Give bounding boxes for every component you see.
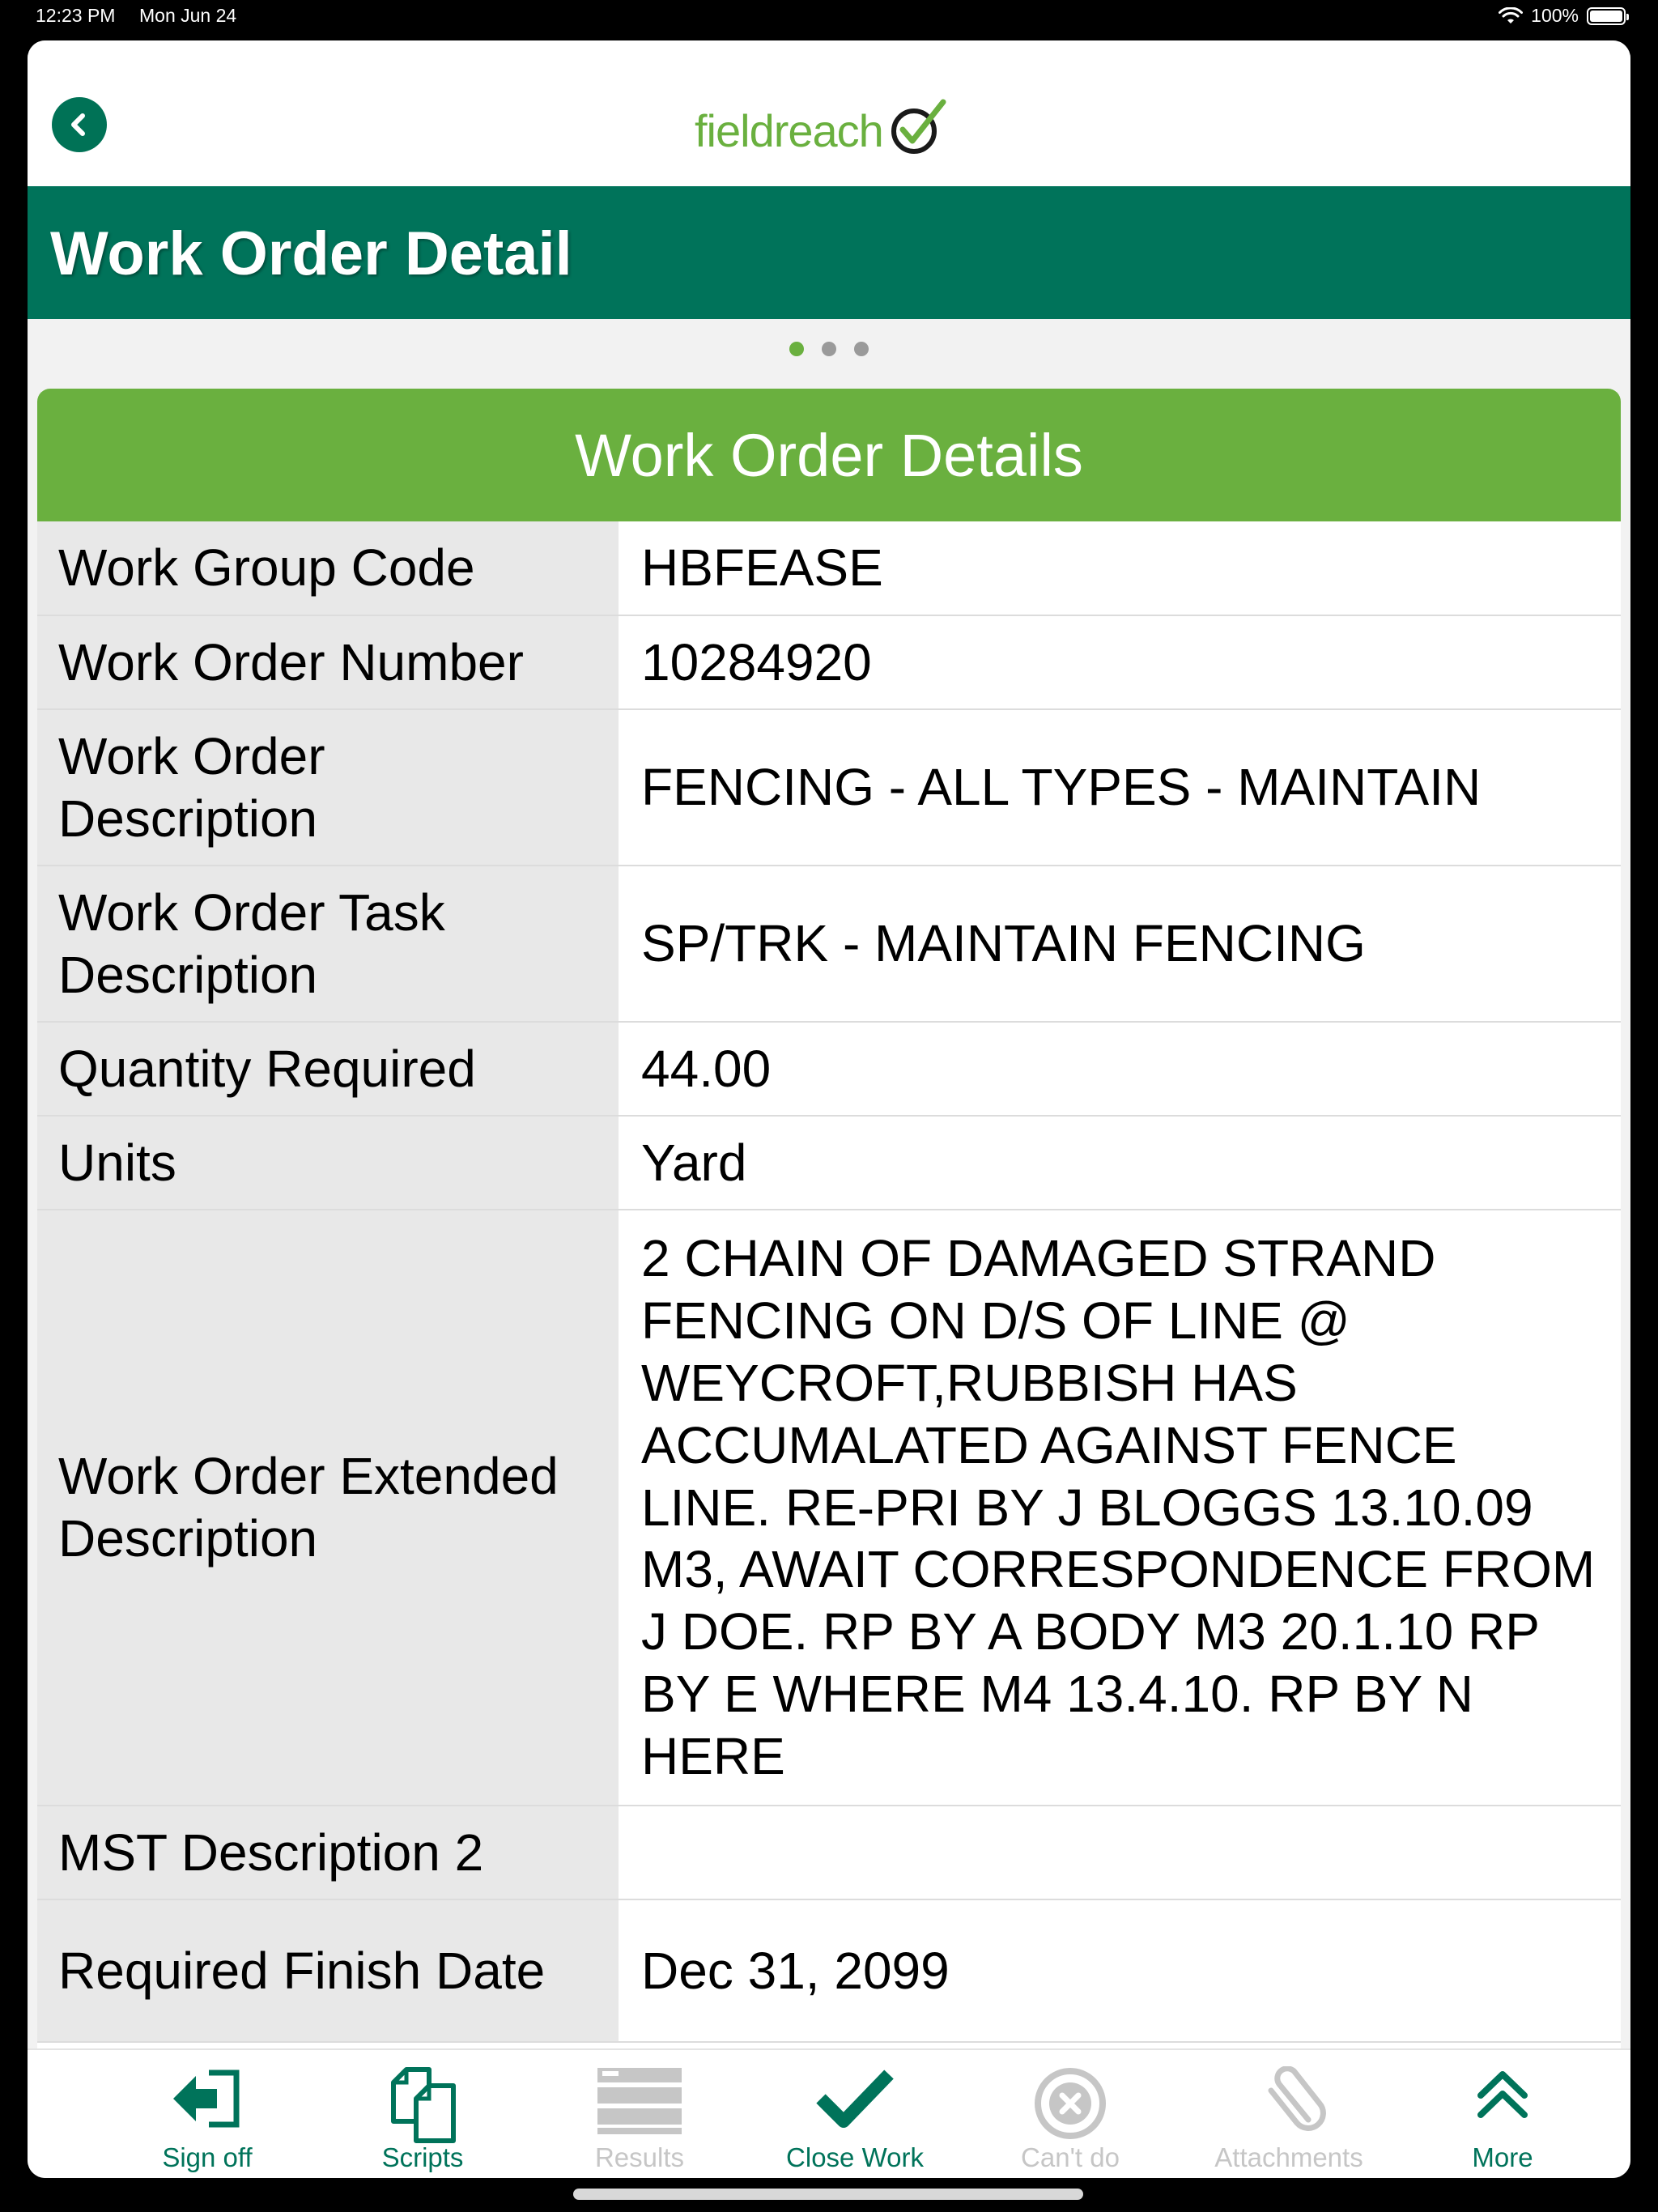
page-dot-3[interactable] [854,342,869,356]
sign-off-button[interactable]: Sign off [102,2050,312,2178]
logo-text: fieldreach [695,104,884,156]
table-row: Quantity Required 44.00 [37,1022,1621,1117]
logo-check-icon [891,99,946,154]
page-title: Work Order Detail [50,219,572,288]
row-value: FENCING - ALL TYPES - MAINTAIN [619,709,1621,866]
table-row: Work Order Task Description SP/TRK - MAI… [37,866,1621,1023]
row-label: Required Finish Date [37,1899,619,2043]
tab-label: More [1472,2142,1533,2172]
chevron-up-double-icon [1477,2071,1528,2118]
title-bar: Work Order Detail [28,186,1630,319]
row-label: MST Description 2 [37,1806,619,1900]
attachments-button[interactable]: Attachments [1184,2050,1394,2178]
paperclip-icon [1268,2066,1326,2131]
battery-icon [1587,6,1629,25]
row-label: Work Order Extended Description [37,1210,619,1806]
details-card: Work Order Details Work Group Code HBFEA… [37,389,1621,2121]
row-label: Quantity Required [37,1022,619,1117]
page-dot-1[interactable] [789,342,804,356]
table-row: MST Description 2 [37,1806,1621,1900]
tab-label: Scripts [381,2142,464,2172]
row-value: 10284920 [619,615,1621,710]
page-indicator[interactable] [28,342,1630,356]
chevron-left-icon [71,113,85,136]
section-header: Work Order Details [37,389,1621,521]
fieldreach-logo: fieldreach [695,99,950,159]
scripts-icon [391,2067,456,2143]
page-dot-2[interactable] [822,342,836,356]
table-row: Work Order Extended Description 2 CHAIN … [37,1210,1621,1806]
status-time: 12:23 PM [36,5,116,26]
row-label: Work Order Description [37,709,619,866]
row-label: Work Group Code [37,521,619,616]
row-value: SP/TRK - MAINTAIN FENCING [619,866,1621,1023]
table-row: Units Yard [37,1116,1621,1210]
table-row: Work Order Description FENCING - ALL TYP… [37,709,1621,866]
bottom-toolbar: Sign off Scripts Results Close Work Can'… [28,2048,1630,2178]
sign-off-icon [173,2069,240,2128]
row-label: Work Order Number [37,615,619,710]
results-button[interactable]: Results [534,2050,745,2178]
table-row: Required Finish Date Dec 31, 2099 [37,1899,1621,2043]
top-bar: fieldreach [28,40,1630,186]
row-value: 2 CHAIN OF DAMAGED STRAND FENCING ON D/S… [619,1210,1621,1806]
status-date: Mon Jun 24 [139,5,237,26]
close-work-button[interactable]: Close Work [750,2050,960,2178]
home-indicator[interactable] [573,2189,1083,2200]
status-bar: 12:23 PM Mon Jun 24 100% [0,0,1658,36]
row-value: Yard [619,1116,1621,1210]
app-window: fieldreach Work Order Detail Work Order … [28,40,1630,2178]
table-row: Work Group Code HBFEASE [37,521,1621,616]
cancel-icon [1035,2068,1106,2139]
row-label: Work Order Task Description [37,866,619,1023]
checkmark-icon [816,2069,894,2128]
section-title: Work Order Details [575,421,1083,489]
row-label: Units [37,1116,619,1210]
more-button[interactable]: More [1397,2050,1608,2178]
status-right: 100% [1499,5,1629,27]
tab-label: Results [594,2142,685,2172]
details-table: Work Group Code HBFEASE Work Order Numbe… [37,521,1621,2043]
row-value: HBFEASE [619,521,1621,616]
battery-percent: 100% [1531,5,1579,26]
back-button[interactable] [52,97,107,152]
tab-label: Attachments [1214,2142,1363,2172]
tab-label: Close Work [786,2142,924,2172]
results-icon [597,2068,682,2134]
cant-do-button[interactable]: Can't do [965,2050,1175,2178]
tab-label: Sign off [162,2142,253,2172]
scripts-button[interactable]: Scripts [317,2050,528,2178]
row-value: 44.00 [619,1022,1621,1117]
table-row: Work Order Number 10284920 [37,615,1621,710]
row-value [619,1806,1621,1900]
wifi-icon [1499,6,1524,23]
row-value: Dec 31, 2099 [619,1899,1621,2043]
tab-label: Can't do [1021,2142,1120,2172]
